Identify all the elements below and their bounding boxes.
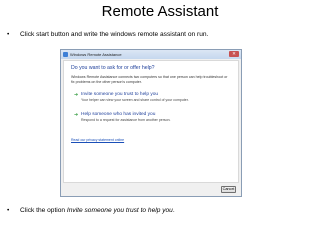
- bullet-text: Click start button and write the windows…: [20, 31, 209, 38]
- option-subtitle: Respond to a request for assistance from…: [81, 118, 171, 122]
- privacy-statement-link[interactable]: Read our privacy statement online: [71, 138, 124, 143]
- bullet-text-prefix: Click the option: [20, 207, 67, 214]
- green-arrow-icon: ➜: [74, 111, 79, 118]
- cancel-button[interactable]: Cancel: [221, 186, 236, 193]
- option-subtitle: Your helper can view your screen and sha…: [81, 98, 189, 102]
- close-button[interactable]: ✕: [229, 51, 239, 57]
- window-titlebar[interactable]: Windows Remote Assistance ✕: [61, 50, 241, 59]
- green-arrow-icon: ➜: [74, 91, 79, 98]
- dialog-description: Windows Remote Assistance connects two c…: [71, 75, 228, 84]
- bullet-instruction-1: • Click start button and write the window…: [7, 30, 208, 39]
- remote-assistance-app-icon: [63, 52, 68, 57]
- dialog-heading: Do you want to ask for or offer help?: [71, 65, 155, 71]
- bullet-point: •: [7, 31, 10, 38]
- slide-title: Remote Assistant: [101, 3, 219, 20]
- bullet-text-emphasis: Invite someone you trust to help you: [66, 207, 173, 214]
- bullet-point: •: [7, 207, 10, 214]
- bullet-text-suffix: .: [172, 207, 175, 214]
- invite-someone-option[interactable]: ➜ Invite someone you trust to help you Y…: [74, 92, 224, 106]
- remote-assistance-window: Windows Remote Assistance ✕ Do you want …: [60, 49, 242, 197]
- dialog-content-panel: Do you want to ask for or offer help? Wi…: [63, 60, 239, 183]
- window-title: Windows Remote Assistance: [70, 51, 122, 57]
- help-someone-option[interactable]: ➜ Help someone who has invited you Respo…: [74, 112, 224, 126]
- bullet-instruction-2: • Click the option Invite someone you tru…: [7, 206, 175, 215]
